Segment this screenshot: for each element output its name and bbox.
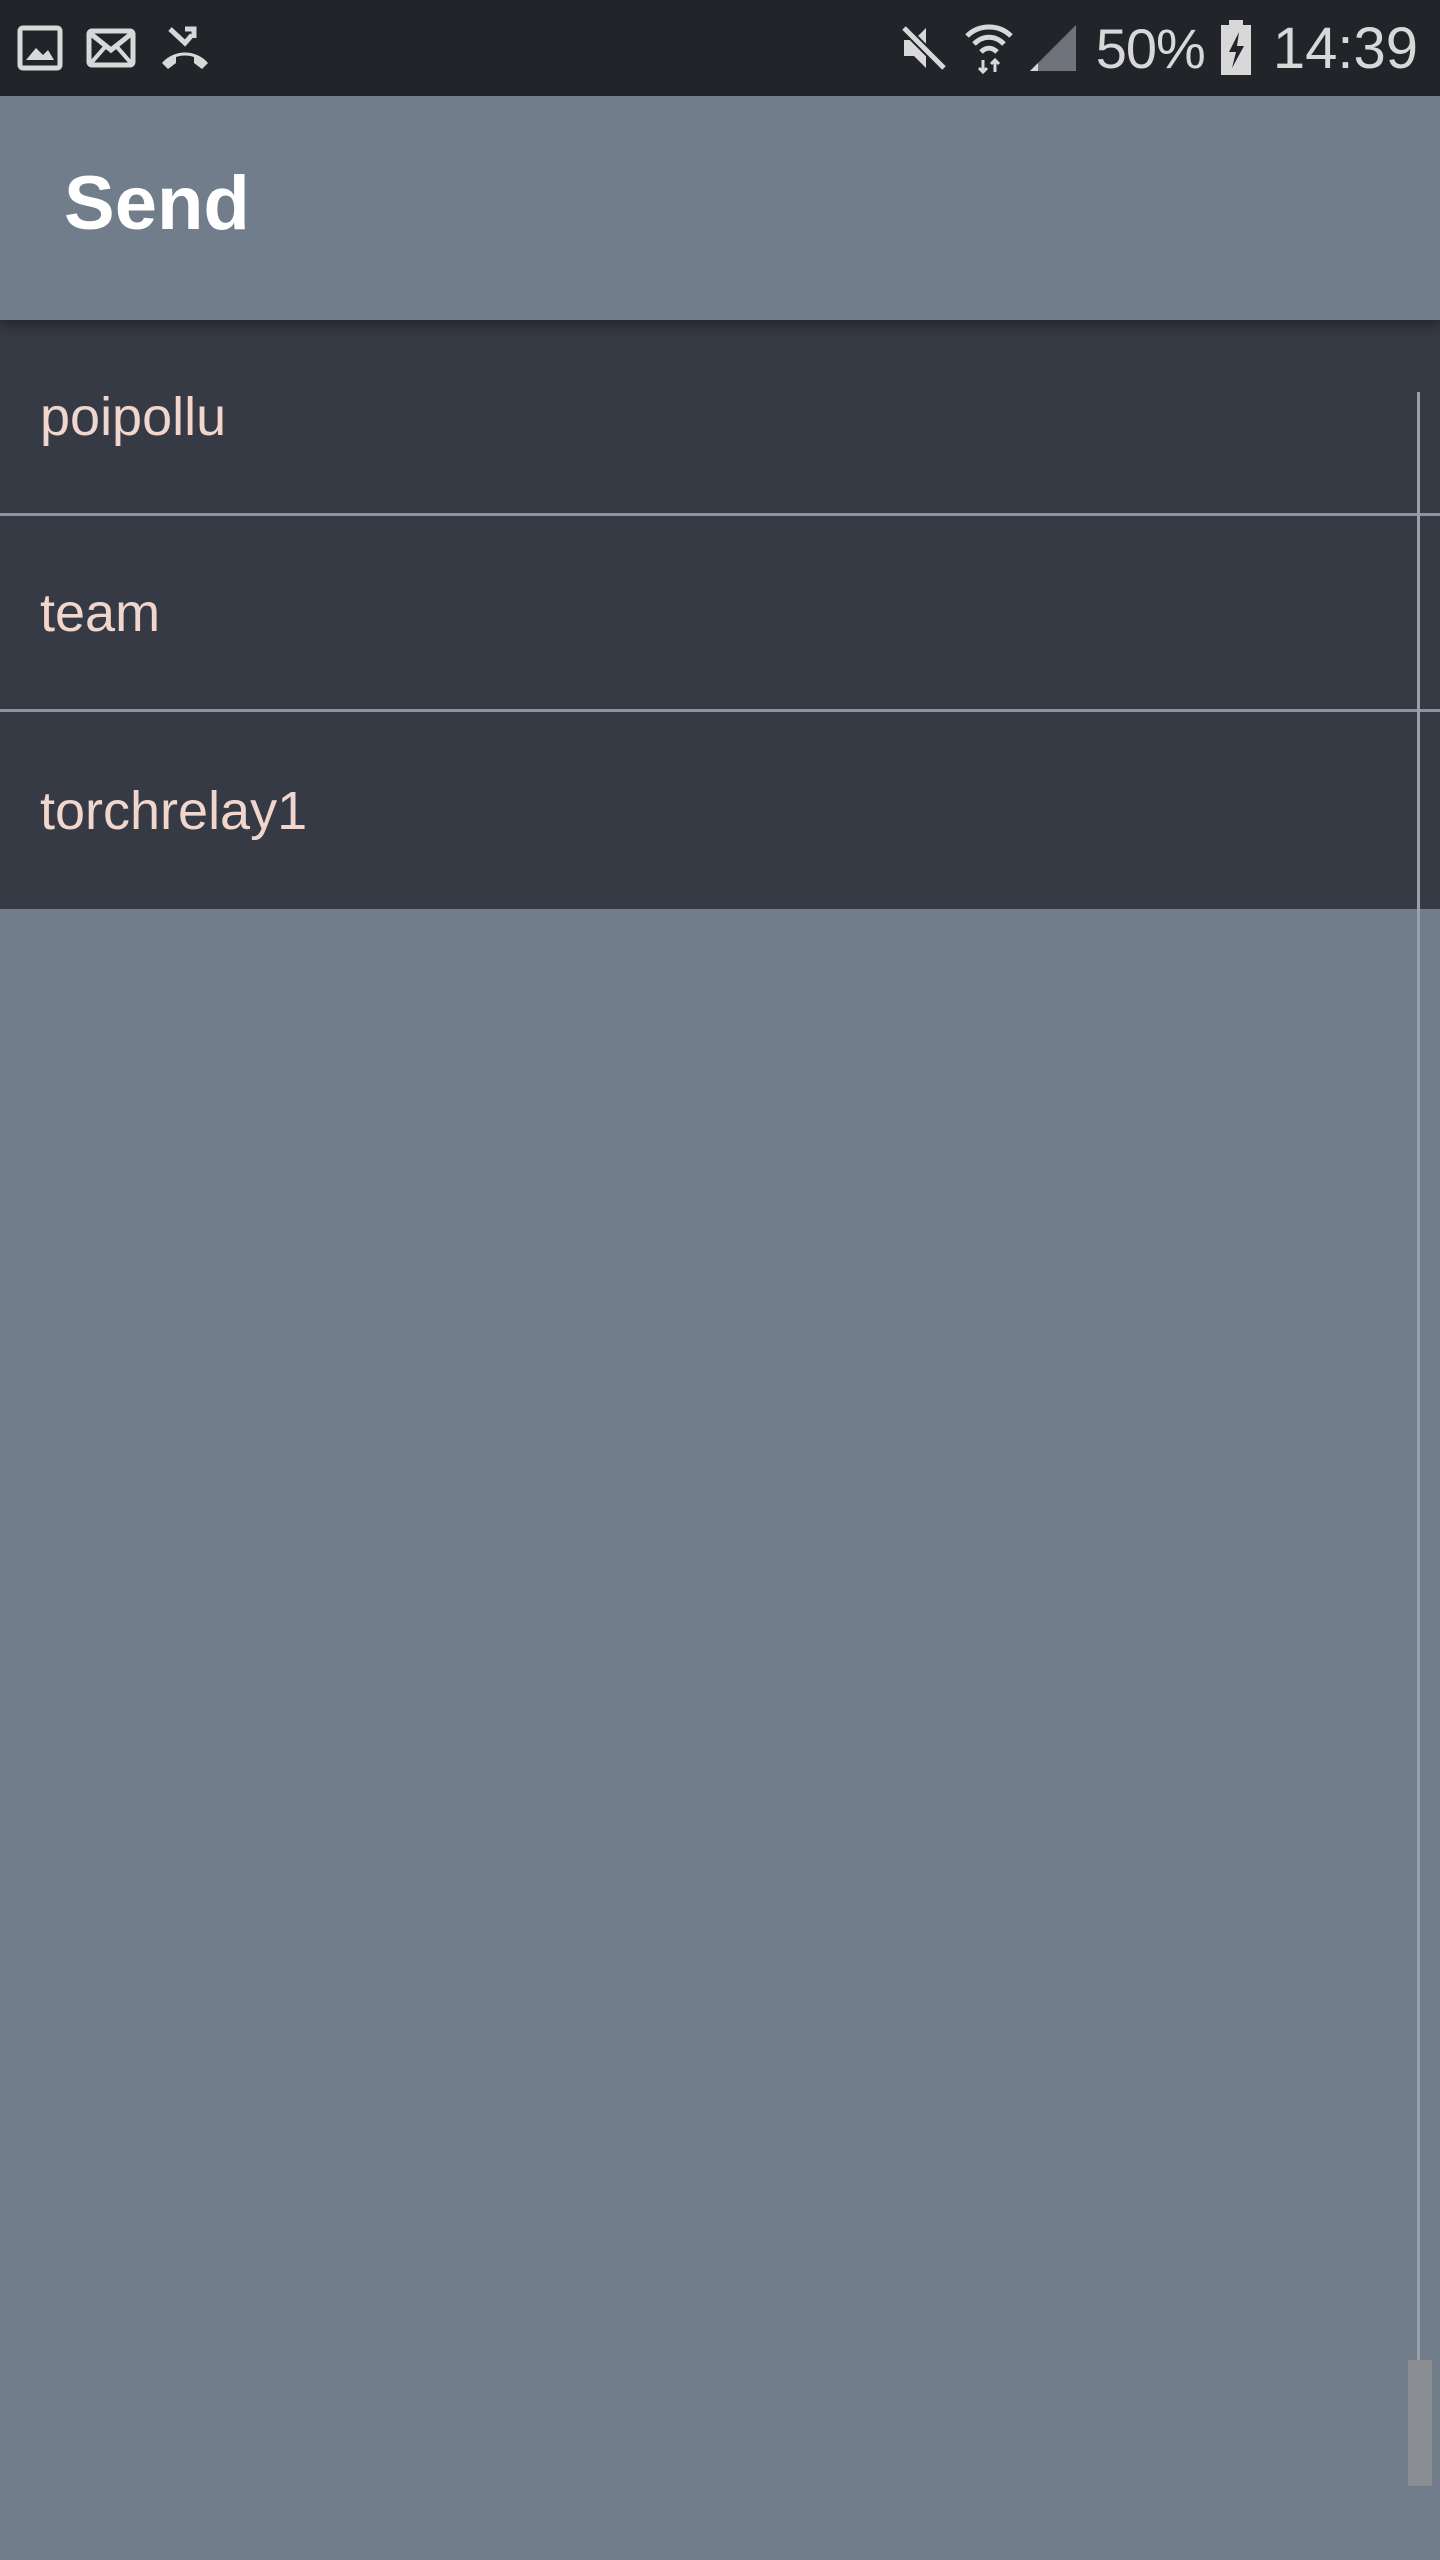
list-item-poipollu[interactable]: poipollu (0, 320, 1440, 516)
app-bar: Send (0, 96, 1440, 320)
signal-icon (1028, 23, 1078, 73)
missed-call-icon (158, 25, 212, 71)
mute-icon (898, 22, 950, 74)
notification-icons (16, 0, 212, 96)
list-item-torchrelay1[interactable]: torchrelay1 (0, 712, 1440, 909)
list-item-label: team (40, 582, 161, 643)
list-item-team[interactable]: team (0, 516, 1440, 712)
channel-list: poipollu team torchrelay1 (0, 320, 1440, 909)
clock: 14:39 (1272, 15, 1418, 81)
list-item-label: torchrelay1 (40, 780, 308, 841)
scrollbar-track[interactable] (1417, 392, 1420, 2486)
status-bar: 50% 14:39 (0, 0, 1440, 96)
mail-icon (86, 28, 136, 68)
image-icon (16, 24, 64, 72)
list-item-label: poipollu (40, 386, 227, 447)
battery-percent: 50% (1095, 16, 1206, 80)
page-title: Send (64, 161, 250, 246)
system-status: 50% 14:39 (898, 0, 1418, 96)
scrollbar-thumb[interactable] (1408, 2360, 1432, 2486)
battery-charging-icon (1219, 20, 1253, 76)
wifi-icon (964, 22, 1014, 74)
